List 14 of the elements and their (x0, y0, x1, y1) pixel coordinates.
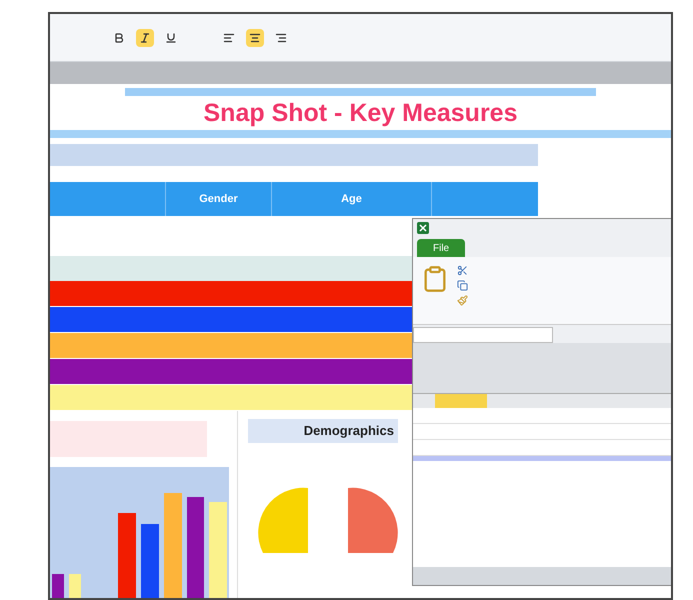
header-cell: Gender (166, 182, 272, 216)
header-cell: Age (272, 182, 432, 216)
file-tab[interactable]: File (417, 239, 466, 257)
italic-icon (139, 32, 151, 44)
underline-icon (165, 32, 177, 44)
section-title: Demographics (248, 419, 398, 443)
bold-icon (113, 32, 125, 44)
excel-logo-icon (417, 222, 429, 234)
chart-bar (52, 574, 64, 598)
cut-icon[interactable] (457, 265, 468, 276)
italic-button[interactable] (136, 28, 154, 46)
copy-icon[interactable] (457, 280, 468, 291)
chart-bar (68, 574, 81, 598)
sheet-title: Snap Shot - Key Measures (202, 98, 518, 129)
